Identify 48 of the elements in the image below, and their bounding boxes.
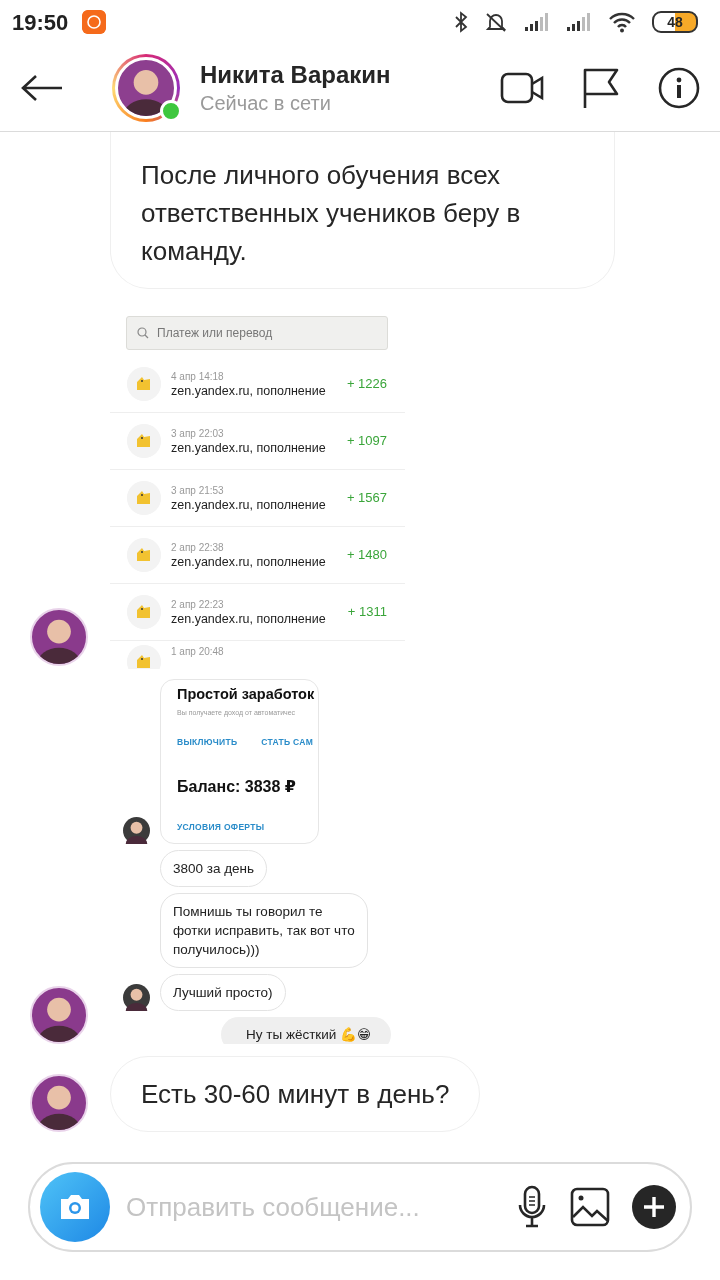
payment-title: zen.yandex.ru, пополнение	[171, 496, 326, 513]
payment-title: zen.yandex.ru, пополнение	[171, 439, 326, 456]
payment-date: 3 апр 22:03	[171, 426, 225, 440]
payment-amount: + 1567	[346, 489, 387, 508]
signal-icon	[566, 12, 592, 32]
balance-amount: Баланс: 3838 ₽	[177, 777, 297, 797]
payment-amount: + 1480	[346, 546, 387, 565]
contact-name[interactable]: Никита Варакин	[200, 59, 391, 90]
card-action[interactable]: ВЫКЛЮЧИТЬ	[177, 736, 238, 749]
microphone-button[interactable]	[516, 1185, 548, 1229]
search-field[interactable]: Платеж или перевод	[126, 316, 388, 350]
card-action[interactable]: СТАТЬ САМ	[261, 736, 314, 749]
gallery-button[interactable]	[570, 1187, 610, 1227]
camera-button[interactable]	[40, 1172, 110, 1242]
payment-amount: + 1311	[347, 603, 387, 622]
terms-link[interactable]: УСЛОВИЯ ОФЕРТЫ	[177, 821, 318, 834]
payment-date: 3 апр 21:53	[171, 483, 225, 497]
back-arrow-icon[interactable]	[20, 72, 64, 103]
search-placeholder: Платеж или перевод	[157, 325, 273, 342]
battery-indicator: 48	[652, 11, 698, 33]
message-input[interactable]: Отправить сообщение...	[124, 1186, 494, 1228]
payment-title: zen.yandex.ru, пополнение	[171, 382, 326, 399]
camera-icon	[58, 1193, 92, 1221]
payment-title: zen.yandex.ru, пополнение	[171, 553, 326, 570]
flag-icon[interactable]	[582, 66, 620, 109]
signal-icon	[524, 12, 550, 32]
message-composer[interactable]: Отправить сообщение...	[28, 1162, 692, 1252]
search-icon	[137, 327, 149, 339]
message-bubble: После личного обучения всех ответственных учеников беру в команду.	[110, 132, 615, 289]
payment-date: 2 апр 22:23	[171, 597, 225, 611]
status-time: 19:50	[12, 8, 69, 37]
payment-date: 1 апр 20:48	[171, 645, 224, 658]
payment-title: zen.yandex.ru, пополнение	[171, 610, 326, 627]
payment-date: 4 апр 14:18	[171, 369, 225, 383]
add-button[interactable]	[632, 1185, 676, 1229]
contact-status: Сейчас в сети	[200, 90, 332, 116]
video-camera-icon[interactable]	[500, 70, 544, 105]
muted-bell-icon	[484, 11, 508, 33]
message-bubble: Ну ты жёсткий 💪😁	[221, 1017, 392, 1044]
card-title: Простой заработок	[177, 685, 316, 704]
notification-icon	[82, 10, 107, 34]
info-icon[interactable]	[658, 66, 700, 109]
payment-amount: + 1226	[346, 375, 387, 394]
wifi-icon	[608, 11, 636, 33]
bluetooth-icon	[454, 11, 468, 33]
message-bubble: Помнишь ты говорил те фотки исправить, так вот что получилось)))	[160, 893, 368, 968]
payment-date: 2 апр 22:38	[171, 540, 225, 554]
payment-amount: + 1097	[346, 432, 387, 451]
